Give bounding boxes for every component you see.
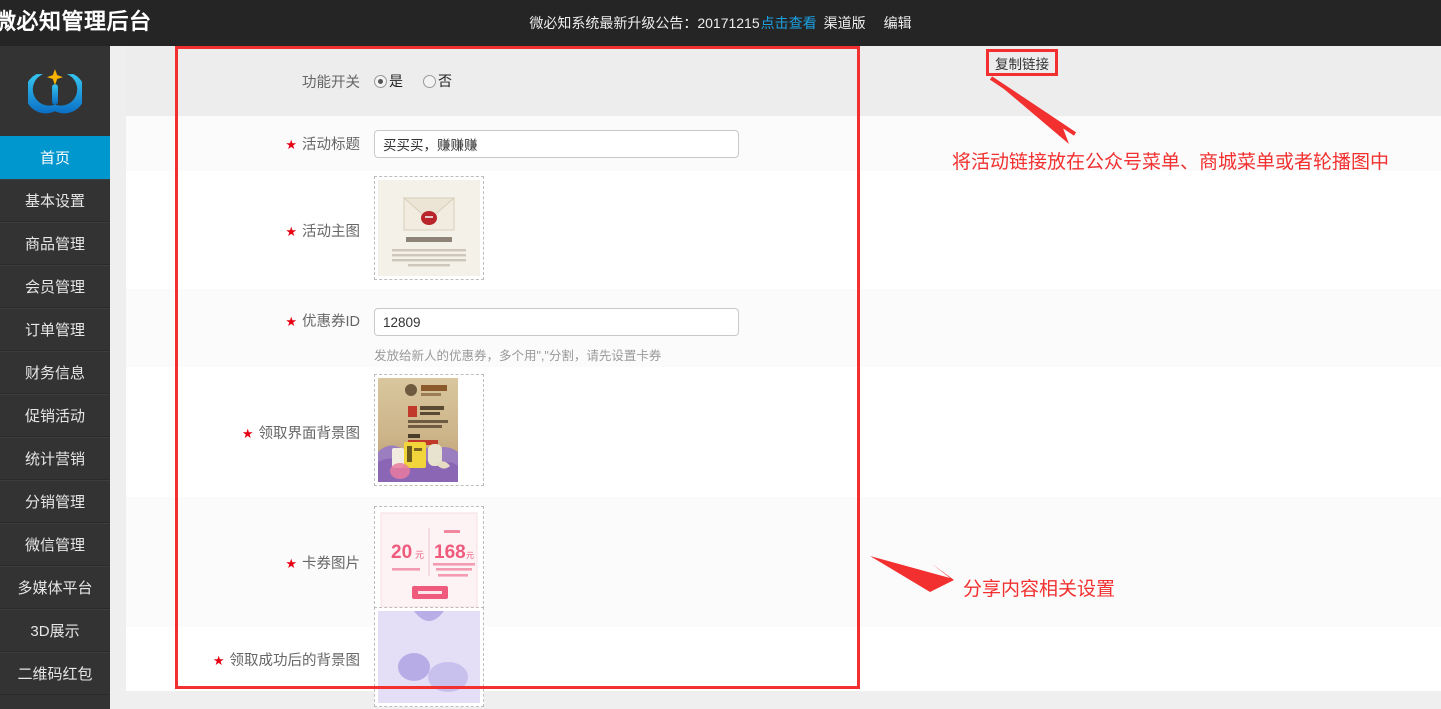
success-bg-upload-box[interactable] [374, 607, 484, 707]
annotation-copy-link-label: 复制链接 [995, 53, 1049, 73]
label-function-switch: 功能开关 [126, 71, 374, 92]
sidebar-item-9[interactable]: 微信管理 [0, 523, 110, 566]
sidebar-item-label: 财务信息 [25, 365, 85, 382]
svg-text:元: 元 [466, 551, 474, 560]
sidebar-item-11[interactable]: 3D展示 [0, 609, 110, 652]
row-success-bg: ★ 领取成功后的背景图 [126, 627, 1441, 691]
coupon-id-input[interactable] [374, 308, 739, 336]
field-card-image: 20 元 168 元 [374, 506, 1441, 619]
field-function-switch: 是 否 [374, 71, 1441, 91]
sidebar-item-8[interactable]: 分销管理 [0, 480, 110, 523]
radio-dot-no-icon [423, 75, 436, 88]
sidebar-item-0[interactable]: 首页 [0, 136, 110, 179]
field-coupon-id: 发放给新人的优惠券，多个用","分割，请先设置卡券 [374, 308, 1441, 364]
required-star-icon: ★ [285, 556, 297, 571]
sidebar-item-7[interactable]: 统计营销 [0, 437, 110, 480]
content-area: 功能开关 是 否 ★ 活动标题 [110, 46, 1441, 709]
sidebar-item-label: 订单管理 [25, 322, 85, 339]
label-receive-bg: ★ 领取界面背景图 [126, 422, 374, 443]
row-main-image: ★ 活动主图 [126, 171, 1441, 289]
label-activity-title: ★ 活动标题 [126, 133, 374, 154]
sidebar-item-2[interactable]: 商品管理 [0, 222, 110, 265]
radio-option-no[interactable]: 否 [423, 71, 452, 91]
sidebar-item-label: 首页 [40, 150, 70, 167]
required-star-icon: ★ [285, 137, 297, 152]
annotation-note-top: 将活动链接放在公众号菜单、商城菜单或者轮播图中 [952, 147, 1389, 174]
sidebar-item-label: 二维码红包 [17, 666, 92, 683]
notice-edit-button[interactable]: 编辑 [884, 13, 912, 33]
label-main-image: ★ 活动主图 [126, 220, 374, 241]
svg-text:元: 元 [415, 550, 424, 560]
sidebar-item-label: 基本设置 [25, 193, 85, 210]
weibizhi-logo-icon [28, 64, 82, 118]
form-panel: 功能开关 是 否 ★ 活动标题 [126, 46, 1441, 691]
top-bar: 微必知管理后台 微必知系统最新升级公告：20171215 点击查看 渠道版 编辑 [0, 0, 1441, 46]
sidebar-item-label: 促销活动 [25, 408, 85, 425]
notice-version: 渠道版 [824, 13, 866, 33]
sidebar-item-label: 统计营销 [25, 451, 85, 468]
notice-text: 微必知系统最新升级公告：20171215 [529, 13, 759, 33]
field-success-bg [374, 607, 1441, 709]
sidebar-item-label: 分销管理 [25, 494, 85, 511]
success-bg-thumbnail [378, 611, 480, 703]
radio-group-function-switch: 是 否 [374, 71, 1441, 91]
coupon-id-hint: 发放给新人的优惠券，多个用","分割，请先设置卡券 [374, 345, 1441, 364]
radio-label-no: 否 [438, 71, 452, 91]
sidebar-item-label: 多媒体平台 [17, 580, 92, 597]
label-receive-bg-text: 领取界面背景图 [259, 426, 361, 442]
svg-text:168: 168 [434, 542, 466, 563]
annotation-note-bottom: 分享内容相关设置 [963, 574, 1115, 601]
svg-text:20: 20 [391, 542, 412, 563]
sidebar-item-12[interactable]: 二维码红包 [0, 652, 110, 695]
annotation-copy-link-chip: 复制链接 [986, 49, 1058, 76]
sidebar-item-4[interactable]: 订单管理 [0, 308, 110, 351]
main-image-thumbnail [378, 180, 480, 276]
sidebar-item-5[interactable]: 财务信息 [0, 351, 110, 394]
radio-label-yes: 是 [389, 71, 403, 91]
label-success-bg-text: 领取成功后的背景图 [230, 653, 361, 669]
field-main-image [374, 176, 1441, 285]
required-star-icon: ★ [213, 653, 225, 668]
sidebar-item-label: 商品管理 [25, 236, 85, 253]
sidebar-logo [0, 46, 110, 136]
row-function-switch: 功能开关 是 否 [126, 46, 1441, 116]
sidebar-nav: 首页基本设置商品管理会员管理订单管理财务信息促销活动统计营销分销管理微信管理多媒… [0, 136, 110, 695]
required-star-icon: ★ [242, 426, 254, 441]
label-main-image-text: 活动主图 [302, 224, 360, 240]
radio-option-yes[interactable]: 是 [374, 71, 403, 91]
label-success-bg: ★ 领取成功后的背景图 [126, 649, 374, 670]
label-card-image-text: 卡券图片 [302, 556, 360, 572]
sidebar-item-label: 3D展示 [30, 623, 79, 640]
required-star-icon: ★ [285, 314, 297, 329]
required-star-icon: ★ [285, 224, 297, 239]
field-receive-bg [374, 374, 1441, 491]
sidebar-item-label: 会员管理 [25, 279, 85, 296]
radio-dot-yes-icon [374, 75, 387, 88]
system-notice: 微必知系统最新升级公告：20171215 点击查看 渠道版 编辑 [0, 0, 1441, 46]
main-image-upload-box[interactable] [374, 176, 484, 280]
sidebar-item-6[interactable]: 促销活动 [0, 394, 110, 437]
label-card-image: ★ 卡券图片 [126, 552, 374, 573]
sidebar-item-3[interactable]: 会员管理 [0, 265, 110, 308]
card-image-thumbnail: 20 元 168 元 [378, 510, 480, 610]
notice-link[interactable]: 点击查看 [761, 13, 817, 33]
label-coupon-id: ★ 优惠券ID [126, 308, 374, 336]
row-receive-bg: ★ 领取界面背景图 [126, 367, 1441, 497]
sidebar-item-label: 微信管理 [25, 537, 85, 554]
activity-title-input[interactable] [374, 130, 739, 158]
receive-bg-thumbnail [378, 378, 458, 482]
sidebar-item-10[interactable]: 多媒体平台 [0, 566, 110, 609]
sidebar: 首页基本设置商品管理会员管理订单管理财务信息促销活动统计营销分销管理微信管理多媒… [0, 46, 110, 709]
label-activity-title-text: 活动标题 [302, 137, 360, 153]
label-coupon-id-text: 优惠券ID [302, 314, 360, 330]
app-root: 微必知管理后台 微必知系统最新升级公告：20171215 点击查看 渠道版 编辑 [0, 0, 1441, 709]
row-coupon-id: ★ 优惠券ID 发放给新人的优惠券，多个用","分割，请先设置卡券 [126, 289, 1441, 367]
receive-bg-upload-box[interactable] [374, 374, 484, 486]
sidebar-item-1[interactable]: 基本设置 [0, 179, 110, 222]
card-image-upload-box[interactable]: 20 元 168 元 [374, 506, 484, 614]
